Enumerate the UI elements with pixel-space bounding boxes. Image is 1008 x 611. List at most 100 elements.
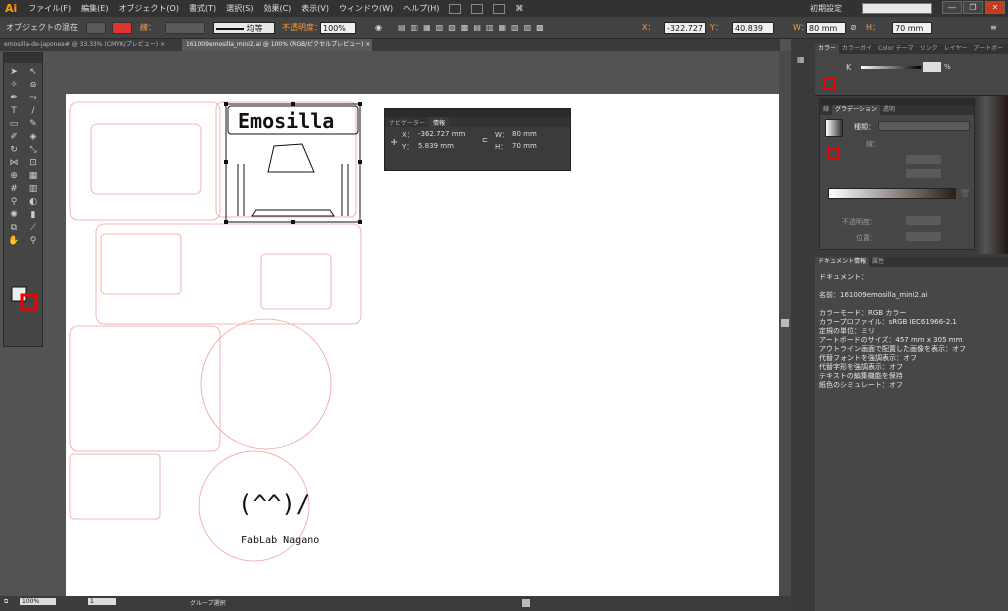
eyedropper-tool-icon[interactable]: ⚲ <box>6 197 22 208</box>
gpu-icon[interactable]: ⌘ <box>510 4 528 13</box>
fill-stroke-swatches[interactable] <box>10 285 40 313</box>
info-panel-header[interactable] <box>385 109 570 117</box>
tab-gradient[interactable]: グラデーション <box>832 105 880 115</box>
align-icons[interactable]: ▤▥▦▧▨▩▤▥▦▧▨▩ <box>398 22 549 34</box>
libraries-icon[interactable]: ▦ <box>797 55 805 64</box>
gradient-type-select[interactable] <box>878 121 970 131</box>
h-field[interactable]: 70 mm <box>892 22 932 34</box>
tab-links[interactable]: リンク <box>917 44 941 54</box>
pen-tool-icon[interactable]: ✒ <box>6 93 22 104</box>
zoom-tool-icon[interactable]: ⚲ <box>25 236 41 247</box>
tab-artboards[interactable]: アートボー <box>970 44 1006 54</box>
paintbrush-tool-icon[interactable]: ✎ <box>25 119 41 130</box>
link-icon[interactable]: ⊘ <box>850 22 857 34</box>
free-transform-tool-icon[interactable]: ⊡ <box>25 158 41 169</box>
k-slider[interactable] <box>861 66 921 69</box>
tab-info[interactable]: 情報 <box>429 117 450 127</box>
k-value-field[interactable] <box>923 62 941 72</box>
gradient-slider[interactable] <box>828 188 956 199</box>
vertical-scrollbar[interactable] <box>779 51 791 596</box>
delete-stop-icon[interactable]: 🗑 <box>960 189 970 198</box>
tab-navigator[interactable]: ナビゲーター <box>385 117 429 127</box>
gradient-opacity-field[interactable] <box>906 216 941 225</box>
menu-help[interactable]: ヘルプ(H) <box>398 3 444 14</box>
menu-effect[interactable]: 効果(C) <box>258 3 296 14</box>
arrange-documents-icon[interactable] <box>493 3 506 14</box>
gradient-tool-icon[interactable]: ▥ <box>25 184 41 195</box>
tab-attributes[interactable]: 属性 <box>869 257 887 267</box>
fill-swatch[interactable] <box>86 22 106 34</box>
artboard-tool-icon[interactable]: ⧉ <box>6 223 22 234</box>
gradient-aspect-field[interactable] <box>906 169 941 178</box>
tab-color[interactable]: カラー <box>815 44 840 54</box>
tab-color-themes[interactable]: Color テーマ <box>875 44 917 54</box>
zoom-field[interactable]: 100% <box>20 598 56 605</box>
close-icon[interactable]: × <box>160 41 165 48</box>
rectangle-tool-icon[interactable]: ▭ <box>6 119 22 130</box>
hand-tool-icon[interactable]: ✋ <box>6 236 22 247</box>
selection-tool-icon[interactable]: ➤ <box>6 67 22 78</box>
type-tool-icon[interactable]: T <box>6 106 22 117</box>
stock-icon[interactable] <box>471 3 484 14</box>
gradient-fill-stroke-icon[interactable] <box>825 143 841 159</box>
width-tool-icon[interactable]: ⋈ <box>6 158 22 169</box>
tab-layers[interactable]: レイヤー <box>941 44 971 54</box>
perspective-grid-tool-icon[interactable]: ▦ <box>25 171 41 182</box>
blend-tool-icon[interactable]: ◐ <box>25 197 41 208</box>
rotate-tool-icon[interactable]: ↻ <box>6 145 22 156</box>
vertical-scroll-thumb[interactable] <box>781 319 789 327</box>
tab-document-info[interactable]: ドキュメント情報 <box>815 257 870 267</box>
gradient-position-field[interactable] <box>906 232 941 241</box>
opacity-field[interactable]: 100% <box>320 22 356 34</box>
gradient-thumbnail[interactable] <box>825 119 843 137</box>
column-graph-tool-icon[interactable]: ▮ <box>25 210 41 221</box>
tab-stroke[interactable]: 線 <box>820 105 832 115</box>
artboard-nav-icon[interactable]: ⧉ <box>4 598 8 606</box>
mesh-tool-icon[interactable]: # <box>6 184 22 195</box>
tab-document-2[interactable]: 161009emosilla_mini2.ai @ 100% (RGB/ピクセル… <box>182 39 372 51</box>
menu-type[interactable]: 書式(T) <box>184 3 221 14</box>
workspace-switcher[interactable]: 初期設定 <box>810 3 842 14</box>
menu-object[interactable]: オブジェクト(O) <box>113 3 184 14</box>
menu-edit[interactable]: 編集(E) <box>76 3 113 14</box>
scale-tool-icon[interactable]: ⤡ <box>25 145 41 156</box>
gradient-angle-field[interactable] <box>906 155 941 164</box>
close-button[interactable]: ✕ <box>985 1 1005 14</box>
shape-builder-tool-icon[interactable]: ⊕ <box>6 171 22 182</box>
stroke-profile-select[interactable]: 均等 <box>213 22 275 34</box>
page-field[interactable]: 1 <box>88 598 116 605</box>
search-input[interactable] <box>862 3 932 14</box>
direct-selection-tool-icon[interactable]: ↖ <box>25 67 41 78</box>
slice-tool-icon[interactable]: ⟋ <box>25 223 41 234</box>
close-icon[interactable]: × <box>365 41 370 48</box>
lasso-tool-icon[interactable]: ɷ <box>25 80 41 91</box>
symbol-sprayer-tool-icon[interactable]: ✺ <box>6 210 22 221</box>
menu-window[interactable]: ウィンドウ(W) <box>334 3 398 14</box>
x-field[interactable]: -322.727 m <box>664 22 706 45</box>
menu-view[interactable]: 表示(V) <box>296 3 334 14</box>
opacity-label[interactable]: 不透明度： <box>282 22 322 34</box>
line-tool-icon[interactable]: / <box>25 106 41 117</box>
horizontal-scroll-thumb[interactable] <box>522 599 530 607</box>
restore-button[interactable]: ❐ <box>963 1 983 14</box>
tools-panel-header[interactable] <box>4 53 42 63</box>
w-field[interactable]: 80 mm <box>806 22 846 34</box>
menu-select[interactable]: 選択(S) <box>221 3 258 14</box>
recolor-icon[interactable]: ◉ <box>375 22 382 34</box>
curvature-tool-icon[interactable]: ⤳ <box>25 93 41 104</box>
minimize-button[interactable]: — <box>942 1 962 14</box>
shaper-tool-icon[interactable]: ✐ <box>6 132 22 143</box>
color-fill-stroke-icon[interactable] <box>823 72 839 90</box>
menu-file[interactable]: ファイル(F) <box>23 3 76 14</box>
tab-color-guide[interactable]: カラーガイ <box>839 44 875 54</box>
stroke-swatch[interactable] <box>112 22 132 34</box>
y-field[interactable]: 40.839 mi <box>732 22 774 45</box>
stroke-weight-field[interactable] <box>165 22 205 34</box>
tab-transparency[interactable]: 透明 <box>880 105 898 115</box>
bridge-icon[interactable] <box>449 3 462 14</box>
eraser-tool-icon[interactable]: ◈ <box>25 132 41 143</box>
panel-menu-icon[interactable]: ≡ <box>990 22 997 34</box>
stroke-label[interactable]: 線： <box>140 22 156 34</box>
tab-document-1[interactable]: emosilla-de-japonea# @ 33.33% (CMYK/プレビュ… <box>0 39 180 51</box>
magic-wand-tool-icon[interactable]: ✧ <box>6 80 22 91</box>
